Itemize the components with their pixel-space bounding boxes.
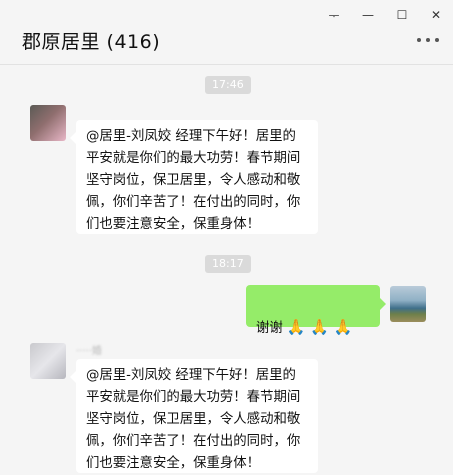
chat-window: ᅮ — ☐ ✕ 郡原居里 (416) 17:46 @居里-刘凤姣 经理下午好！居… bbox=[0, 0, 453, 474]
message-bubble[interactable]: @居里-刘凤姣 经理下午好！居里的 平安就是你们的最大功劳！春节期间 坚守岗位，… bbox=[70, 120, 318, 234]
timestamp: 17:46 bbox=[205, 76, 251, 94]
timestamp: 18:17 bbox=[205, 255, 251, 273]
maximize-icon[interactable]: ☐ bbox=[385, 0, 419, 30]
sender-name: ·····婚 bbox=[76, 346, 102, 357]
chat-title: 郡原居里 (416) bbox=[22, 31, 161, 53]
avatar-self[interactable] bbox=[390, 286, 426, 322]
pin-icon[interactable]: ᅮ bbox=[317, 0, 351, 30]
pray-emoji: 🙏 🙏 🙏 bbox=[286, 318, 353, 336]
avatar[interactable] bbox=[30, 343, 66, 379]
title-bar: ᅮ — ☐ ✕ 郡原居里 (416) bbox=[0, 0, 453, 65]
message-bubble-self[interactable]: 谢谢 🙏 🙏 🙏 bbox=[246, 285, 386, 336]
more-dot bbox=[426, 38, 430, 42]
message-bubble[interactable]: @居里-刘凤姣 经理下午好！居里的 平安就是你们的最大功劳！春节期间 坚守岗位，… bbox=[70, 359, 318, 473]
more-dot bbox=[435, 38, 439, 42]
close-icon[interactable]: ✕ bbox=[419, 0, 453, 30]
avatar[interactable] bbox=[30, 105, 66, 141]
more-dot bbox=[417, 38, 421, 42]
minimize-icon[interactable]: — bbox=[351, 0, 385, 30]
message-text: 谢谢 bbox=[256, 321, 283, 336]
window-controls: ᅮ — ☐ ✕ bbox=[317, 0, 453, 30]
message-list[interactable]: 17:46 @居里-刘凤姣 经理下午好！居里的 平安就是你们的最大功劳！春节期间… bbox=[0, 65, 453, 474]
more-icon[interactable] bbox=[417, 36, 439, 44]
